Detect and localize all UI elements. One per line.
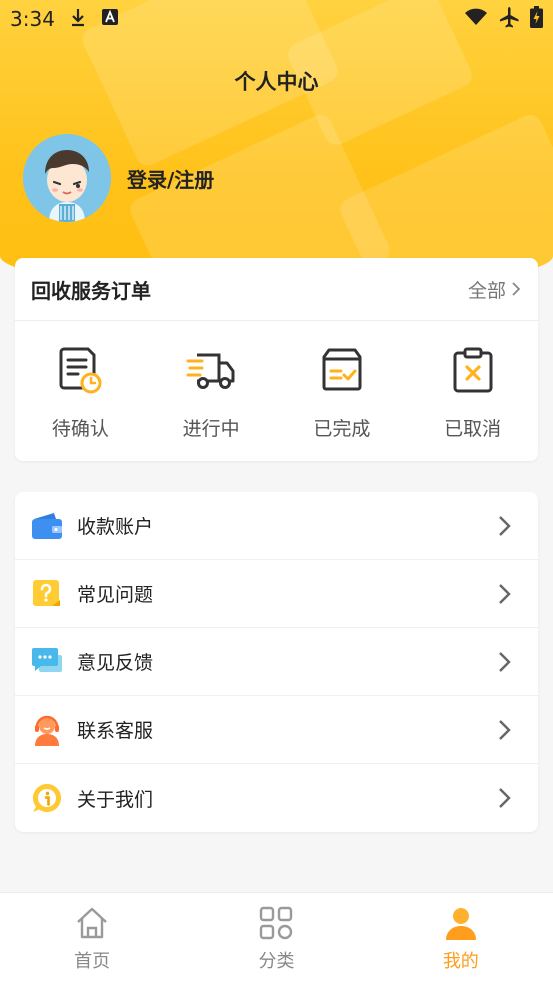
clipboard-x-icon: [453, 347, 493, 393]
profile-section[interactable]: 登录/注册: [23, 134, 214, 222]
clipboard-clock-icon: [59, 347, 102, 394]
nav-label: 我的: [442, 951, 479, 972]
orders-title: 回收服务订单: [31, 278, 151, 303]
app-notification-icon: [101, 8, 119, 30]
order-status-cancelled[interactable]: 已取消: [407, 321, 538, 461]
home-icon: [77, 907, 107, 939]
menu-item-customer-service[interactable]: 联系客服: [15, 696, 538, 764]
wallet-icon: [31, 510, 63, 542]
order-status-label: 已完成: [313, 418, 371, 440]
login-register-link[interactable]: 登录/注册: [127, 164, 214, 193]
orders-card: 回收服务订单 全部 待确认 进行中 已完成 已取消: [15, 258, 538, 461]
order-status-completed[interactable]: 已完成: [277, 321, 408, 461]
order-status-label: 待确认: [51, 418, 109, 440]
menu-item-label: 联系客服: [77, 720, 154, 742]
delivery-truck-icon: [186, 353, 235, 389]
person-icon: [445, 908, 476, 940]
menu-item-label: 意见反馈: [77, 652, 154, 674]
order-status-label: 进行中: [182, 418, 240, 440]
menu-item-feedback[interactable]: 意见反馈: [15, 628, 538, 696]
orders-header: 回收服务订单 全部: [15, 258, 538, 321]
orders-all-link[interactable]: 全部: [468, 276, 520, 303]
question-icon: [31, 578, 63, 610]
page-title: 个人中心: [234, 70, 319, 94]
grid-icon: [260, 906, 293, 940]
chat-bubble-icon: [31, 646, 63, 678]
menu-item-label: 关于我们: [77, 788, 154, 811]
status-bar: 3:34: [0, 0, 553, 38]
info-icon: [31, 782, 63, 814]
airplane-icon: [498, 6, 520, 32]
nav-home[interactable]: 首页: [0, 893, 184, 984]
chevron-right-icon: [499, 788, 511, 808]
battery-charging-icon: [530, 6, 543, 32]
chevron-right-icon: [512, 282, 520, 296]
order-status-in-progress[interactable]: 进行中: [146, 321, 277, 461]
bottom-nav: 首页 分类 我的: [0, 892, 553, 984]
avatar[interactable]: [23, 134, 111, 222]
nav-label: 分类: [258, 951, 295, 972]
chevron-right-icon: [499, 515, 511, 536]
chevron-right-icon: [499, 583, 511, 604]
nav-label: 首页: [74, 951, 111, 972]
order-status-pending[interactable]: 待确认: [15, 321, 146, 461]
status-time: 3:34: [10, 7, 55, 31]
nav-mine[interactable]: 我的: [369, 893, 553, 984]
menu-item-about-us[interactable]: 关于我们: [15, 764, 538, 832]
order-status-label: 已取消: [444, 418, 502, 440]
download-icon: [69, 7, 87, 31]
menu-item-payment-account[interactable]: 收款账户: [15, 492, 538, 560]
nav-category[interactable]: 分类: [184, 893, 368, 984]
headset-agent-icon: [31, 714, 63, 746]
chevron-right-icon: [499, 651, 511, 672]
box-check-icon: [322, 348, 362, 391]
menu-item-label: 收款账户: [77, 516, 154, 538]
wifi-icon: [464, 8, 488, 30]
menu-item-faq[interactable]: 常见问题: [15, 560, 538, 628]
menu-card: 收款账户 常见问题 意见反馈 联系客服 关于我们: [15, 492, 538, 832]
chevron-right-icon: [499, 719, 511, 740]
orders-all-label: 全部: [467, 279, 506, 302]
menu-item-label: 常见问题: [77, 584, 154, 606]
